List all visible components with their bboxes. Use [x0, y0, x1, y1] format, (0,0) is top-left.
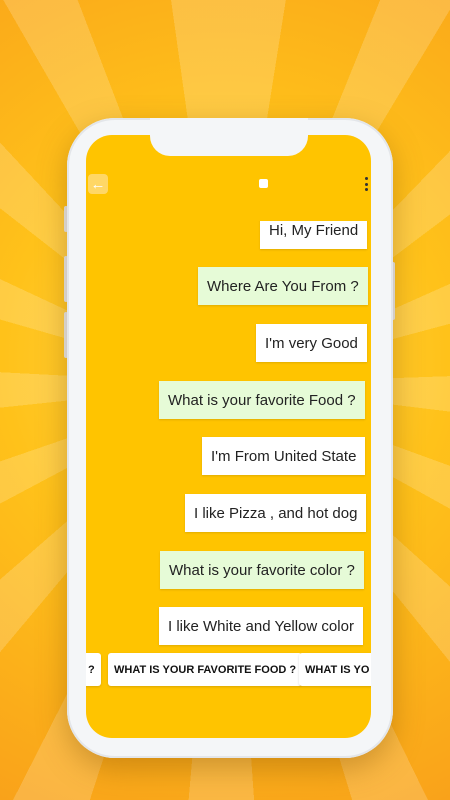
arrow-left-icon: ← — [90, 175, 106, 193]
chat-message: What is your favorite color ? — [160, 551, 364, 589]
back-button[interactable]: ← — [88, 174, 108, 194]
chat-message: I'm From United State — [202, 437, 366, 475]
chat-message: What is your favorite Food ? — [159, 381, 365, 419]
message-text: What is your favorite Food ? — [168, 391, 356, 409]
message-text: Hi, My Friend — [269, 221, 359, 239]
message-text: I like Pizza , and hot dog — [194, 504, 358, 522]
suggestion-text: WHAT IS YOUR FAVORITE FOOD ? — [114, 663, 297, 676]
message-text: What is your favorite color ? — [169, 561, 355, 579]
square-icon[interactable] — [259, 179, 268, 188]
suggestion-chip[interactable]: ? — [86, 653, 101, 686]
chat-message: I'm very Good — [256, 324, 367, 362]
message-text: I like White and Yellow color — [168, 617, 354, 635]
scroll-clip — [150, 200, 371, 221]
chat-message: I like White and Yellow color — [159, 607, 363, 645]
chat-message: I like Pizza , and hot dog — [185, 494, 367, 532]
phone-notch — [150, 118, 308, 156]
message-text: I'm From United State — [211, 447, 357, 465]
suggestion-text: WHAT IS YO — [305, 663, 370, 676]
message-text: Where Are You From ? — [207, 277, 359, 295]
suggestion-text: ? — [88, 663, 95, 676]
message-text: I'm very Good — [265, 334, 358, 352]
chat-message: Where Are You From ? — [198, 267, 368, 305]
suggestion-bar: ? WHAT IS YOUR FAVORITE FOOD ? WHAT IS Y… — [86, 650, 371, 690]
more-vertical-icon[interactable] — [361, 177, 371, 191]
suggestion-chip[interactable]: WHAT IS YOUR FAVORITE FOOD ? — [108, 653, 303, 686]
suggestion-chip[interactable]: WHAT IS YO — [299, 653, 371, 686]
